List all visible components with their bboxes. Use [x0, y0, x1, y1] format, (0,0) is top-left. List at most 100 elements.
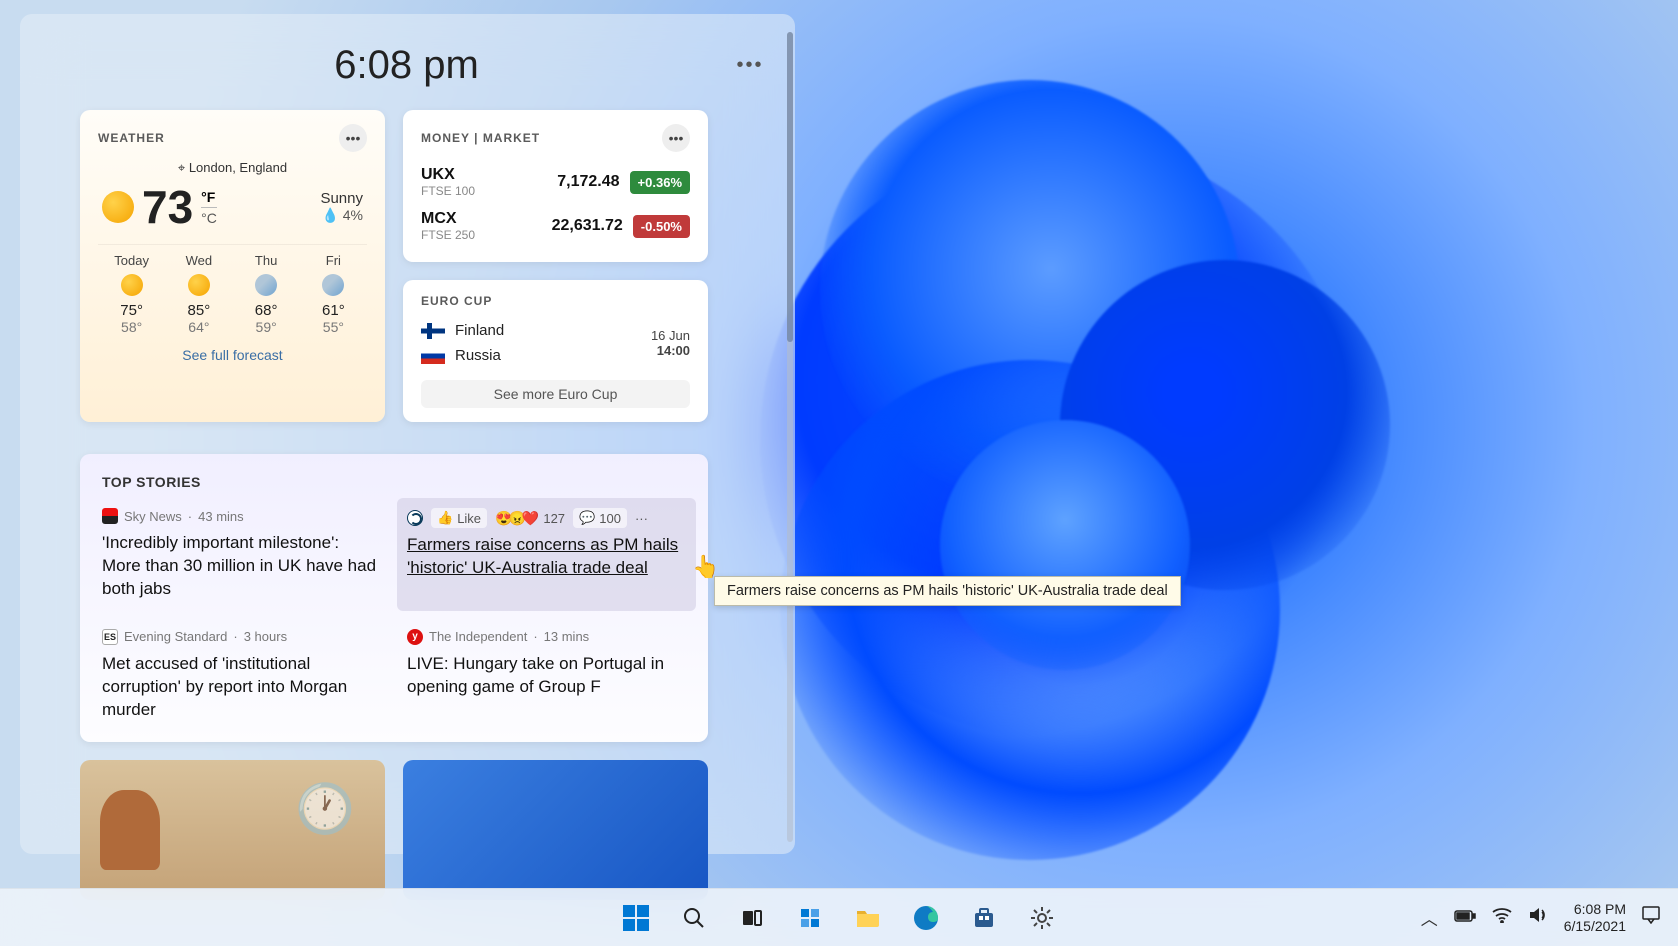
scrollbar-thumb[interactable] — [787, 32, 793, 342]
market-row[interactable]: MCX FTSE 250 22,631.72 -0.50% — [421, 204, 690, 248]
story-item[interactable]: Sky News · 43 mins 'Incredibly important… — [102, 508, 381, 601]
reaction-count: 127 — [543, 511, 565, 526]
sun-icon — [102, 191, 134, 223]
story-age: 3 hours — [244, 629, 287, 644]
story-headline: Farmers raise concerns as PM hails 'hist… — [407, 534, 686, 580]
market-value: 7,172.48 — [557, 173, 619, 191]
flag-russia-icon — [421, 348, 445, 364]
story-headline: LIVE: Hungary take on Portugal in openin… — [407, 653, 686, 699]
wifi-icon[interactable] — [1492, 907, 1512, 928]
taskbar-time: 6:08 PM — [1564, 901, 1626, 918]
file-explorer-button[interactable] — [846, 896, 890, 940]
story-headline: Met accused of 'institutional corruption… — [102, 653, 381, 722]
story-headline: 'Incredibly important milestone': More t… — [102, 532, 381, 601]
story-item-hovered[interactable]: 👍 Like 😍😠❤️ 127 💬 100 ··· Farmers raise … — [397, 498, 696, 611]
market-symbol: UKX — [421, 166, 475, 184]
story-age: 13 mins — [544, 629, 590, 644]
weather-title: WEATHER — [98, 131, 165, 145]
market-subtitle: FTSE 250 — [421, 228, 475, 242]
story-item[interactable]: ES Evening Standard · 3 hours Met accuse… — [102, 629, 381, 722]
weather-location: London, England — [98, 160, 367, 176]
market-value: 22,631.72 — [552, 217, 623, 235]
wallpaper-petal — [940, 420, 1190, 670]
forecast-day[interactable]: Thu 68° 59° — [233, 253, 300, 335]
story-source: Evening Standard — [124, 629, 227, 644]
weather-widget[interactable]: WEATHER ••• London, England 73 °F °C Sun… — [80, 110, 385, 422]
search-icon — [682, 906, 706, 930]
forecast-hi: 75° — [98, 302, 165, 319]
team-name: Russia — [455, 347, 501, 364]
comment-count: 100 — [599, 511, 621, 526]
search-button[interactable] — [672, 896, 716, 940]
widgets-icon — [798, 906, 822, 930]
comments-button[interactable]: 💬 100 — [573, 508, 627, 528]
flag-finland-icon — [421, 323, 445, 339]
money-more-icon[interactable]: ••• — [662, 124, 690, 152]
forecast-day[interactable]: Today 75° 58° — [98, 253, 165, 335]
source-icon-guardian — [407, 510, 423, 526]
money-widget[interactable]: MONEY | MARKET ••• UKX FTSE 100 7,172.48… — [403, 110, 708, 262]
match-date: 16 Jun — [651, 328, 690, 343]
sun-icon — [188, 274, 210, 296]
volume-icon[interactable] — [1528, 906, 1548, 929]
forecast-hi: 85° — [165, 302, 232, 319]
taskbar-clock[interactable]: 6:08 PM 6/15/2021 — [1564, 901, 1626, 935]
like-label: Like — [457, 511, 481, 526]
market-symbol: MCX — [421, 210, 475, 228]
folder-icon — [855, 907, 881, 929]
story-item[interactable]: y The Independent · 13 mins LIVE: Hungar… — [407, 629, 686, 722]
unit-c[interactable]: °C — [201, 210, 217, 226]
like-button[interactable]: 👍 Like — [431, 508, 487, 528]
forecast-day-label: Fri — [300, 253, 367, 268]
rain-icon — [255, 274, 277, 296]
forecast-day-label: Today — [98, 253, 165, 268]
market-subtitle: FTSE 100 — [421, 184, 475, 198]
forecast-day[interactable]: Fri 61° 55° — [300, 253, 367, 335]
weather-precip: 💧 4% — [320, 207, 363, 224]
story-age: 43 mins — [198, 509, 244, 524]
notifications-icon[interactable] — [1642, 906, 1660, 929]
forecast-row: Today 75° 58° Wed 85° 64° Thu 68° 59° — [98, 244, 367, 335]
news-tile[interactable] — [403, 760, 708, 900]
edge-icon — [913, 905, 939, 931]
forecast-day[interactable]: Wed 85° 64° — [165, 253, 232, 335]
temp-unit-toggle[interactable]: °F °C — [201, 189, 217, 226]
euro-cup-widget[interactable]: EURO CUP Finland Russia 16 Jun 14:00 See… — [403, 280, 708, 422]
forecast-day-label: Thu — [233, 253, 300, 268]
start-button[interactable] — [614, 896, 658, 940]
team-row: Finland — [421, 318, 504, 343]
match-time: 14:00 — [651, 343, 690, 358]
store-button[interactable] — [962, 896, 1006, 940]
panel-more-icon[interactable]: ••• — [733, 48, 767, 82]
task-view-button[interactable] — [730, 896, 774, 940]
forecast-hi: 68° — [233, 302, 300, 319]
forecast-hi: 61° — [300, 302, 367, 319]
gear-icon — [1029, 905, 1055, 931]
widgets-button[interactable] — [788, 896, 832, 940]
unit-f[interactable]: °F — [201, 189, 217, 208]
battery-icon[interactable] — [1454, 908, 1476, 928]
tooltip: Farmers raise concerns as PM hails 'hist… — [714, 576, 1181, 606]
settings-button[interactable] — [1020, 896, 1064, 940]
forecast-lo: 58° — [98, 319, 165, 335]
reactions-icon[interactable]: 😍😠❤️ — [495, 510, 535, 527]
story-source: The Independent — [429, 629, 527, 644]
story-more-icon[interactable]: ··· — [635, 511, 648, 526]
chevron-up-icon[interactable]: ︿ — [1421, 905, 1438, 930]
panel-time: 6:08 pm — [80, 43, 733, 88]
weather-condition: Sunny — [320, 190, 363, 207]
market-row[interactable]: UKX FTSE 100 7,172.48 +0.36% — [421, 160, 690, 204]
rain-icon — [322, 274, 344, 296]
store-icon — [972, 906, 996, 930]
source-icon-evening-standard: ES — [102, 629, 118, 645]
sun-icon — [121, 274, 143, 296]
see-full-forecast-link[interactable]: See full forecast — [98, 347, 367, 363]
widgets-panel: 6:08 pm ••• WEATHER ••• London, England … — [20, 14, 795, 854]
taskbar-date: 6/15/2021 — [1564, 918, 1626, 935]
edge-button[interactable] — [904, 896, 948, 940]
news-tile[interactable] — [80, 760, 385, 900]
market-change-badge: -0.50% — [633, 215, 690, 238]
windows-logo-icon — [623, 905, 649, 931]
see-more-euro-link[interactable]: See more Euro Cup — [421, 380, 690, 408]
weather-more-icon[interactable]: ••• — [339, 124, 367, 152]
